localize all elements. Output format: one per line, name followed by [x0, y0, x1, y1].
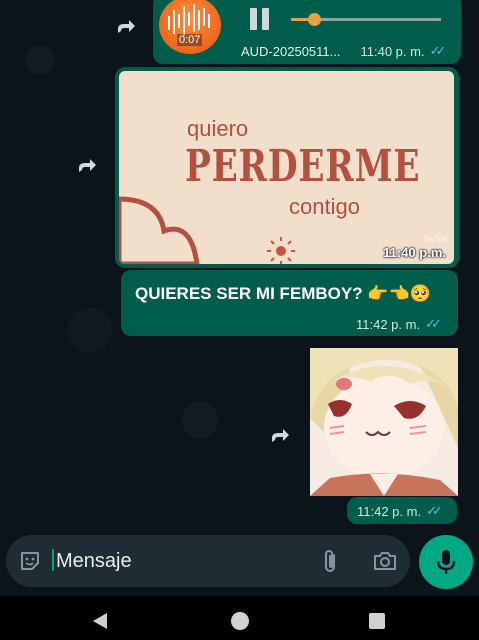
- forward-icon[interactable]: [112, 13, 140, 41]
- forward-icon[interactable]: [266, 422, 294, 450]
- message-text: QUIERES SER MI FEMBOY? 👉👈🥺: [135, 284, 431, 303]
- tiktok-watermark: TikTok: [422, 234, 448, 244]
- sticker-emoji-icon[interactable]: [18, 549, 42, 578]
- audio-progress-knob[interactable]: [307, 13, 321, 26]
- recents-icon[interactable]: [369, 613, 385, 629]
- image-text-line1: quiero: [187, 116, 249, 141]
- pause-icon[interactable]: [249, 8, 271, 30]
- read-ticks-icon: ✓✓: [426, 503, 443, 518]
- audio-filename: AUD-20250511...: [241, 43, 341, 59]
- home-icon[interactable]: [231, 612, 249, 630]
- audio-time: 11:40 p. m.: [360, 43, 425, 59]
- camera-icon[interactable]: [372, 549, 398, 578]
- read-ticks-icon: ✓✓: [425, 316, 442, 331]
- text-caret: [52, 549, 54, 571]
- audio-meta: AUD-20250511... 11:40 p. m. ✓✓: [241, 43, 447, 59]
- audio-duration: 0:07: [177, 34, 203, 46]
- message-input[interactable]: Mensaje: [56, 550, 132, 573]
- audio-message-bubble[interactable]: 0:07 AUD-20250511... 11:40 p. m. ✓✓: [153, 0, 461, 64]
- read-ticks-icon: ✓✓: [429, 43, 447, 58]
- text-message-meta: 11:42 p. m. ✓✓: [356, 316, 442, 332]
- image-message-picture[interactable]: quiero PERDERME contigo TikTok 11:40 p.m…: [119, 71, 454, 264]
- audio-avatar: 0:07: [159, 0, 221, 54]
- microphone-button[interactable]: [419, 535, 473, 589]
- image-text-line3: contigo: [289, 194, 360, 219]
- attach-icon[interactable]: [320, 549, 342, 580]
- sticker-time: 11:42 p. m.: [357, 503, 422, 519]
- back-icon[interactable]: [91, 612, 109, 635]
- text-message-time: 11:42 p. m.: [356, 316, 421, 332]
- audio-progress-track[interactable]: [291, 13, 441, 26]
- message-composer[interactable]: Mensaje: [6, 535, 410, 587]
- system-nav-bar: [0, 596, 479, 640]
- microphone-icon: [436, 550, 456, 574]
- anime-sticker[interactable]: [310, 348, 458, 496]
- forward-icon[interactable]: [73, 152, 101, 180]
- image-text-line2: PERDERME: [185, 141, 421, 192]
- sticker-meta-bubble: 11:42 p. m. ✓✓: [347, 497, 457, 524]
- sticker-meta: 11:42 p. m. ✓✓: [357, 503, 443, 519]
- text-message-bubble[interactable]: QUIERES SER MI FEMBOY? 👉👈🥺 11:42 p. m. ✓…: [121, 270, 458, 336]
- image-time: 11:40 p.m.: [383, 245, 446, 260]
